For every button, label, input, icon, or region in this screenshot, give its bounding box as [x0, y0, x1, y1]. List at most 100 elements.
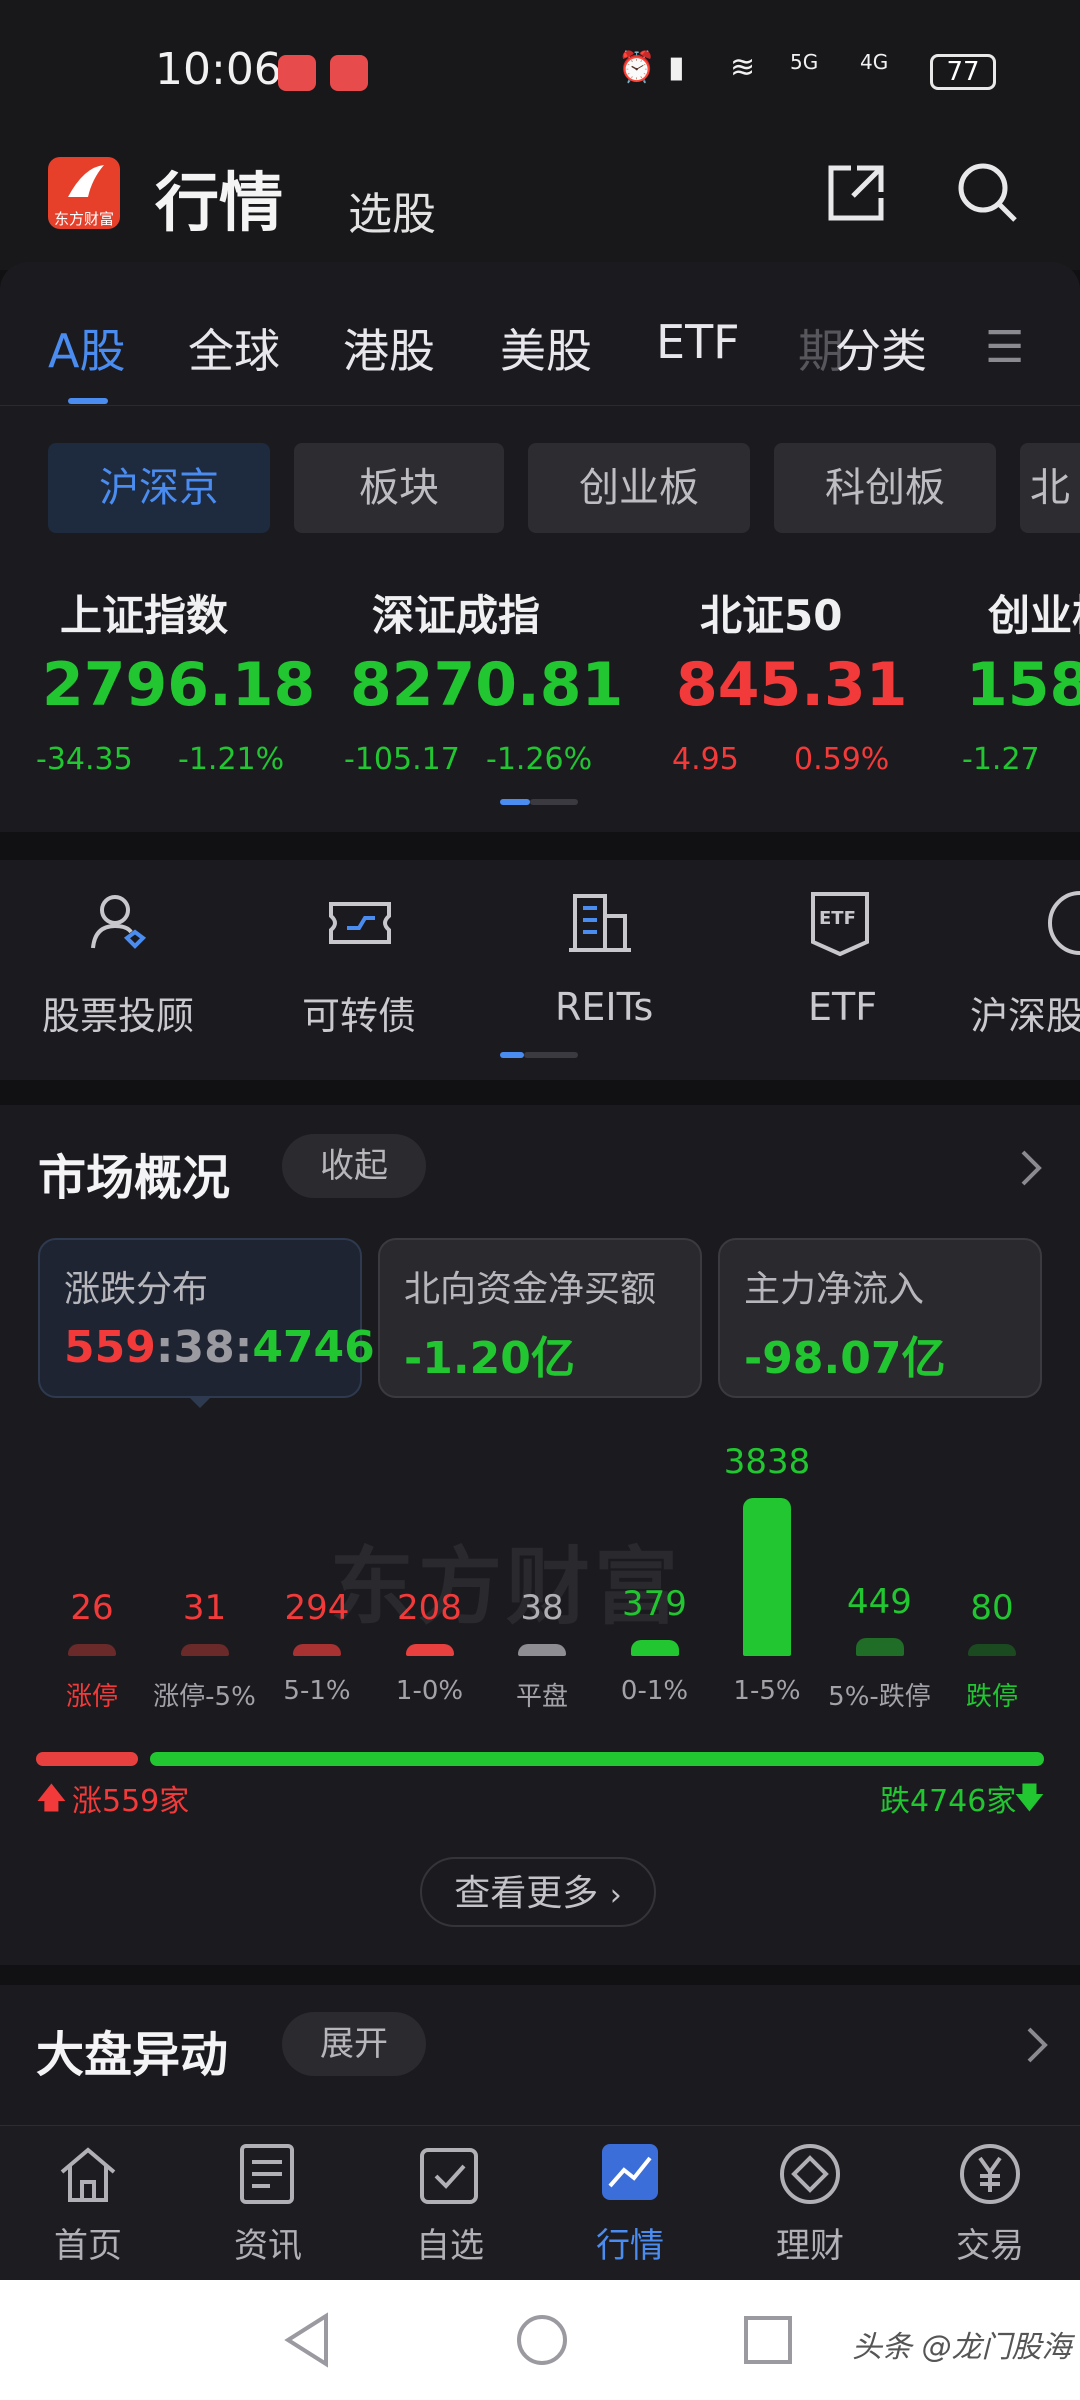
- logo-text: 东方财富: [53, 210, 114, 228]
- advisor-icon[interactable]: [85, 888, 155, 958]
- chevron-right-icon: ›: [609, 1878, 622, 1913]
- distribution-bar: [518, 1644, 566, 1656]
- quick-link-label[interactable]: 股票投顾: [42, 985, 194, 1040]
- index-name[interactable]: 北证50: [700, 582, 842, 643]
- distribution-count: 38: [520, 1588, 564, 1628]
- chip-beijing[interactable]: 北: [1020, 443, 1080, 533]
- distribution-bar: [68, 1644, 116, 1656]
- recents-icon[interactable]: [742, 2314, 794, 2366]
- divider: [0, 405, 1080, 406]
- convertible-bond-icon[interactable]: [325, 888, 395, 958]
- quick-link-label[interactable]: REITs: [555, 985, 653, 1029]
- tab-etf[interactable]: ETF: [656, 315, 740, 369]
- nav-home[interactable]: 首页: [28, 2218, 148, 2267]
- index-change: -105.17: [344, 742, 460, 777]
- distribution-label: 0-1%: [620, 1676, 689, 1706]
- distribution-label: 涨停: [65, 1682, 118, 1712]
- tab-category[interactable]: 分类: [835, 315, 927, 381]
- card-label: 主力净流入: [744, 1269, 925, 1310]
- distribution-count: 26: [70, 1588, 114, 1628]
- index-change: -1.27: [962, 742, 1040, 777]
- distribution-count: 449: [847, 1582, 912, 1622]
- home-icon[interactable]: [56, 2142, 120, 2206]
- trade-yen-icon[interactable]: [958, 2142, 1022, 2206]
- chevron-right-icon[interactable]: [1024, 2025, 1050, 2065]
- etf-icon[interactable]: ETF: [805, 888, 875, 958]
- nav-news[interactable]: 资讯: [208, 2218, 328, 2267]
- nav-market[interactable]: 行情: [570, 2218, 690, 2267]
- down-total: 跌4746家: [880, 1784, 1017, 1819]
- distribution-label: 涨停-5%: [153, 1682, 256, 1712]
- index-change: -34.35: [36, 742, 133, 777]
- news-icon[interactable]: [238, 2142, 296, 2206]
- page-title[interactable]: 行情: [155, 152, 283, 244]
- down-ratio-bar: [150, 1752, 1044, 1766]
- distribution-bar: [743, 1498, 791, 1656]
- quick-link-label[interactable]: 沪深股: [970, 985, 1080, 1040]
- quick-link-label[interactable]: ETF: [808, 985, 877, 1029]
- tab-global[interactable]: 全球: [188, 315, 280, 381]
- menu-icon[interactable]: ☰: [985, 322, 1024, 373]
- up-total: 涨559家: [72, 1784, 190, 1819]
- wealth-icon[interactable]: [778, 2142, 842, 2206]
- distribution-bar: [968, 1644, 1016, 1656]
- distribution-count: 31: [182, 1588, 227, 1628]
- nav-watchlist[interactable]: 自选: [390, 2218, 510, 2267]
- distribution-bar: [293, 1644, 341, 1656]
- updown-distribution-card[interactable]: 涨跌分布 559:38:4746: [38, 1238, 375, 1398]
- view-more-label: 查看更多: [454, 1873, 599, 1914]
- distribution-label: 平盘: [515, 1682, 568, 1712]
- logo-mark-icon: [68, 165, 104, 197]
- market-chart-icon[interactable]: [600, 2142, 660, 2202]
- svg-text:ETF: ETF: [819, 908, 856, 929]
- vibrate-icon: ▮: [668, 50, 685, 85]
- status-time: 10:06: [155, 44, 282, 95]
- up-ratio-bar: [36, 1752, 138, 1766]
- chevron-right-icon[interactable]: [1018, 1148, 1044, 1188]
- index-name[interactable]: 创业板: [988, 582, 1080, 643]
- northbound-card[interactable]: 北向资金净买额 -1.20亿: [378, 1238, 702, 1398]
- index-value[interactable]: 8270.81: [350, 650, 623, 720]
- expand-button[interactable]: 展开: [282, 2012, 426, 2076]
- watchlist-icon[interactable]: [418, 2142, 480, 2206]
- up-arrow-icon: 🡅: [36, 1781, 67, 1816]
- distribution-count: 3838: [723, 1442, 811, 1482]
- notification-icon: [330, 55, 368, 91]
- page-indicator-active: [500, 799, 530, 805]
- index-name[interactable]: 上证指数: [60, 582, 228, 643]
- index-value[interactable]: 1582: [966, 650, 1080, 720]
- quick-link-label[interactable]: 可转债: [302, 985, 416, 1040]
- view-more-button[interactable]: 查看更多 ›: [420, 1857, 656, 1927]
- nav-wealth[interactable]: 理财: [750, 2218, 870, 2267]
- stock-picker-tab[interactable]: 选股: [348, 178, 436, 242]
- home-circle-icon[interactable]: [514, 2312, 570, 2368]
- chip-star-market[interactable]: 科创板: [774, 443, 996, 533]
- distribution-bar: [630, 1640, 679, 1656]
- distribution-bar: [405, 1644, 454, 1656]
- chip-shanghai-shenzhen-beijing[interactable]: 沪深京: [48, 443, 270, 533]
- index-value[interactable]: 2796.18: [42, 650, 315, 720]
- etf-circle-icon[interactable]: [1045, 888, 1080, 958]
- card-label: 北向资金净买额: [404, 1269, 657, 1310]
- main-inflow-card[interactable]: 主力净流入 -98.07亿: [718, 1238, 1042, 1398]
- tab-a-shares[interactable]: A股: [48, 315, 125, 381]
- index-pct: -1.26%: [486, 742, 593, 777]
- index-name[interactable]: 深证成指: [372, 582, 540, 643]
- index-pct: 0.59%: [794, 742, 890, 777]
- chip-sectors[interactable]: 板块: [294, 443, 504, 533]
- search-icon[interactable]: [955, 160, 1021, 226]
- page-indicator: [524, 1052, 578, 1058]
- quick-links-panel: [0, 860, 1080, 1080]
- index-pct: -1.21%: [178, 742, 285, 777]
- index-value[interactable]: 845.31: [676, 650, 908, 720]
- tab-hk[interactable]: 港股: [343, 315, 435, 381]
- reits-building-icon[interactable]: [565, 888, 635, 958]
- chip-chinext[interactable]: 创业板: [528, 443, 750, 533]
- back-icon[interactable]: [280, 2310, 336, 2370]
- card-value: -1.20亿: [404, 1333, 575, 1384]
- nav-trade[interactable]: 交易: [930, 2218, 1050, 2267]
- market-moves-title: 大盘异动: [36, 2027, 229, 2083]
- share-icon[interactable]: [825, 162, 887, 224]
- tab-us[interactable]: 美股: [500, 315, 592, 381]
- collapse-button[interactable]: 收起: [282, 1134, 426, 1198]
